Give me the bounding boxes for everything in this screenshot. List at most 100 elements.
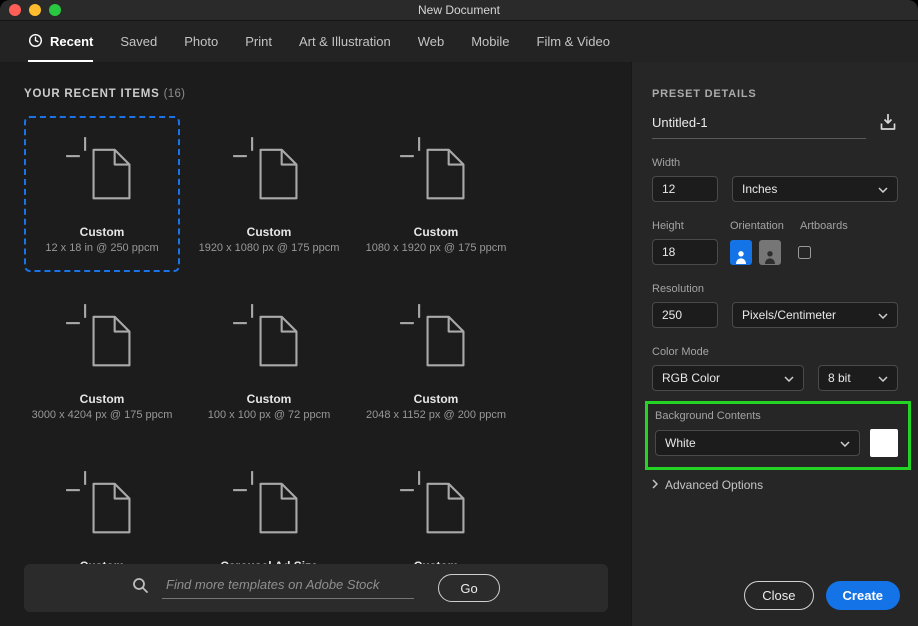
recent-items-grid: Custom 12 x 18 in @ 250 ppcm Custom 1920… [24, 116, 631, 606]
close-button[interactable]: Close [744, 581, 813, 610]
tab-label: Mobile [471, 34, 509, 49]
recent-items-panel: YOUR RECENT ITEMS (16) Custom 12 x 18 in … [0, 62, 631, 626]
tab-label: Recent [50, 34, 93, 49]
resolution-unit-select[interactable]: Pixels/Centimeter [732, 302, 898, 328]
preset-spec: 3000 x 4204 px @ 175 ppcm [26, 409, 178, 422]
tab-photo[interactable]: Photo [184, 21, 218, 62]
chevron-down-icon [878, 371, 888, 385]
document-icon [398, 302, 474, 378]
height-input[interactable]: 18 [652, 239, 718, 265]
preset-item[interactable]: Custom 1920 x 1080 px @ 175 ppcm [191, 116, 347, 272]
background-contents-value: White [665, 436, 696, 450]
units-select[interactable]: Inches [732, 176, 898, 202]
document-icon [64, 135, 140, 211]
resolution-unit-value: Pixels/Centimeter [742, 308, 836, 322]
preset-name: Custom [26, 392, 178, 406]
window-title: New Document [0, 3, 918, 17]
tab-label: Saved [120, 34, 157, 49]
chevron-down-icon [840, 436, 850, 450]
tab-saved[interactable]: Saved [120, 21, 157, 62]
tab-label: Web [418, 34, 445, 49]
document-name-input[interactable]: Untitled-1 [652, 115, 866, 139]
tab-label: Art & Illustration [299, 34, 391, 49]
tab-web[interactable]: Web [418, 21, 445, 62]
tabbar: Recent Saved Photo Print Art & Illustrat… [0, 21, 918, 62]
resolution-label: Resolution [652, 283, 898, 295]
advanced-options-toggle[interactable]: Advanced Options [652, 478, 898, 492]
chevron-down-icon [784, 371, 794, 385]
preset-name: Custom [193, 225, 345, 239]
tab-film-video[interactable]: Film & Video [537, 21, 610, 62]
document-icon [231, 469, 307, 545]
document-icon [64, 469, 140, 545]
artboards-label: Artboards [800, 220, 848, 232]
go-button[interactable]: Go [438, 574, 500, 602]
orientation-landscape-button[interactable] [759, 240, 781, 265]
stock-search-bar: Find more templates on Adobe Stock Go [24, 564, 608, 612]
artboards-checkbox[interactable] [798, 246, 811, 259]
titlebar: New Document [0, 0, 918, 21]
search-icon [132, 577, 149, 599]
width-label: Width [652, 157, 898, 169]
units-select-value: Inches [742, 182, 777, 196]
tab-print[interactable]: Print [245, 21, 272, 62]
preset-spec: 12 x 18 in @ 250 ppcm [26, 242, 178, 255]
background-contents-label: Background Contents [655, 410, 898, 422]
tab-recent[interactable]: Recent [28, 21, 93, 62]
preset-item[interactable]: Custom 1080 x 1920 px @ 175 ppcm [358, 116, 514, 272]
annotation-highlight-box: Background Contents White [645, 401, 911, 470]
color-mode-value: RGB Color [662, 371, 720, 385]
save-preset-icon[interactable] [878, 112, 898, 137]
portrait-person-icon [734, 249, 748, 265]
stock-search-input[interactable]: Find more templates on Adobe Stock [162, 577, 414, 599]
width-input[interactable]: 12 [652, 176, 718, 202]
clock-icon [28, 33, 43, 51]
preset-item[interactable]: Custom 100 x 100 px @ 72 ppcm [191, 283, 347, 439]
tab-label: Film & Video [537, 34, 610, 49]
height-label: Height [652, 220, 730, 232]
color-mode-select[interactable]: RGB Color [652, 365, 804, 391]
recent-items-header: YOUR RECENT ITEMS (16) [24, 88, 631, 100]
recent-items-count: (16) [164, 88, 186, 100]
tab-label: Print [245, 34, 272, 49]
tab-mobile[interactable]: Mobile [471, 21, 509, 62]
create-button[interactable]: Create [826, 581, 900, 610]
bit-depth-value: 8 bit [828, 371, 851, 385]
document-icon [231, 302, 307, 378]
preset-name: Custom [360, 392, 512, 406]
orientation-group [730, 240, 781, 265]
dialog-actions: Close Create [744, 581, 900, 610]
color-mode-label: Color Mode [652, 346, 898, 358]
preset-spec: 1080 x 1920 px @ 175 ppcm [360, 242, 512, 255]
background-contents-select[interactable]: White [655, 430, 860, 456]
recent-items-title: YOUR RECENT ITEMS [24, 88, 160, 100]
document-icon [64, 302, 140, 378]
document-icon [398, 135, 474, 211]
chevron-down-icon [878, 308, 888, 322]
document-icon [231, 135, 307, 211]
tab-label: Photo [184, 34, 218, 49]
advanced-options-label: Advanced Options [665, 478, 763, 492]
tab-art-illustration[interactable]: Art & Illustration [299, 21, 391, 62]
preset-item[interactable]: Custom 2048 x 1152 px @ 200 ppcm [358, 283, 514, 439]
document-icon [398, 469, 474, 545]
preset-spec: 2048 x 1152 px @ 200 ppcm [360, 409, 512, 422]
chevron-down-icon [878, 182, 888, 196]
orientation-portrait-button[interactable] [730, 240, 752, 265]
bit-depth-select[interactable]: 8 bit [818, 365, 898, 391]
preset-name: Custom [26, 225, 178, 239]
preset-item[interactable]: Custom 3000 x 4204 px @ 175 ppcm [24, 283, 180, 439]
orientation-label: Orientation [730, 220, 800, 232]
background-color-swatch[interactable] [870, 429, 898, 457]
preset-spec: 100 x 100 px @ 72 ppcm [193, 409, 345, 422]
preset-item-selected[interactable]: Custom 12 x 18 in @ 250 ppcm [24, 116, 180, 272]
preset-details-panel: PRESET DETAILS Untitled-1 Width 12 Inche… [631, 62, 918, 626]
landscape-person-icon [763, 249, 777, 265]
chevron-right-icon [652, 478, 658, 492]
new-document-dialog: New Document Recent Saved Photo Print Ar… [0, 0, 918, 626]
preset-details-header: PRESET DETAILS [652, 88, 898, 100]
preset-name: Custom [193, 392, 345, 406]
preset-name: Custom [360, 225, 512, 239]
preset-spec: 1920 x 1080 px @ 175 ppcm [193, 242, 345, 255]
resolution-input[interactable]: 250 [652, 302, 718, 328]
